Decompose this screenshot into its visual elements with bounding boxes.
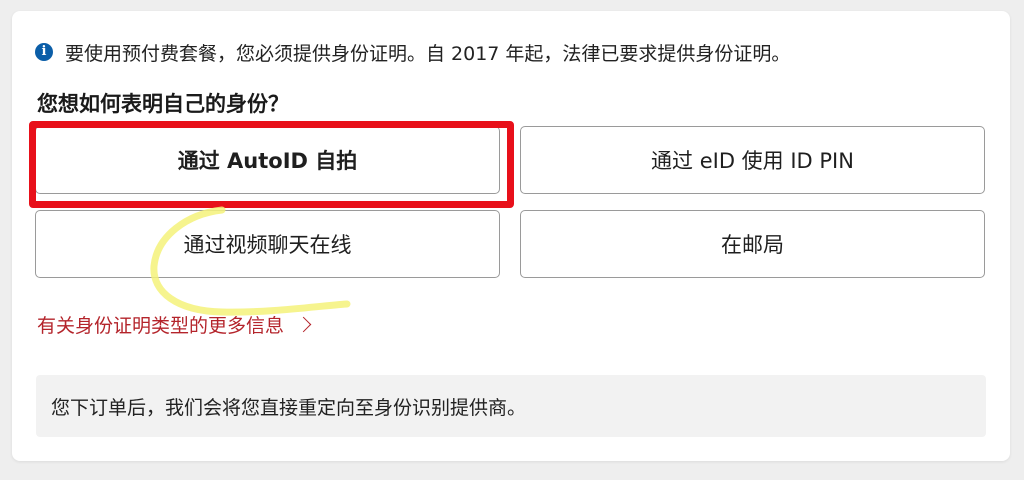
identity-question: 您想如何表明自己的身份？ (37, 92, 289, 116)
redirect-note-text: 您下订单后，我们会将您直接重定向至身份识别提供商。 (51, 396, 527, 419)
redirect-note: 您下订单后，我们会将您直接重定向至身份识别提供商。 (36, 375, 986, 437)
identity-card: i 要使用预付费套餐，您必须提供身份证明。自 2017 年起，法律已要求提供身份… (12, 11, 1010, 461)
more-info-link-label: 有关身份证明类型的更多信息 (37, 315, 285, 337)
info-banner: i 要使用预付费套餐，您必须提供身份证明。自 2017 年起，法律已要求提供身份… (35, 39, 790, 65)
option-post-office-label: 在邮局 (721, 233, 784, 257)
chevron-right-icon (295, 316, 312, 333)
option-autoid-selfie-label: 通过 AutoID 自拍 (177, 149, 358, 173)
info-icon: i (35, 43, 53, 61)
more-info-link[interactable]: 有关身份证明类型的更多信息 (37, 311, 312, 338)
option-eid-pin-label: 通过 eID 使用 ID PIN (651, 149, 854, 173)
option-video-chat[interactable]: 通过视频聊天在线 (35, 210, 500, 278)
option-autoid-selfie[interactable]: 通过 AutoID 自拍 (35, 126, 500, 194)
option-video-chat-label: 通过视频聊天在线 (183, 233, 352, 257)
option-eid-pin[interactable]: 通过 eID 使用 ID PIN (520, 126, 985, 194)
option-post-office[interactable]: 在邮局 (520, 210, 985, 278)
info-text: 要使用预付费套餐，您必须提供身份证明。自 2017 年起，法律已要求提供身份证明… (65, 42, 791, 65)
